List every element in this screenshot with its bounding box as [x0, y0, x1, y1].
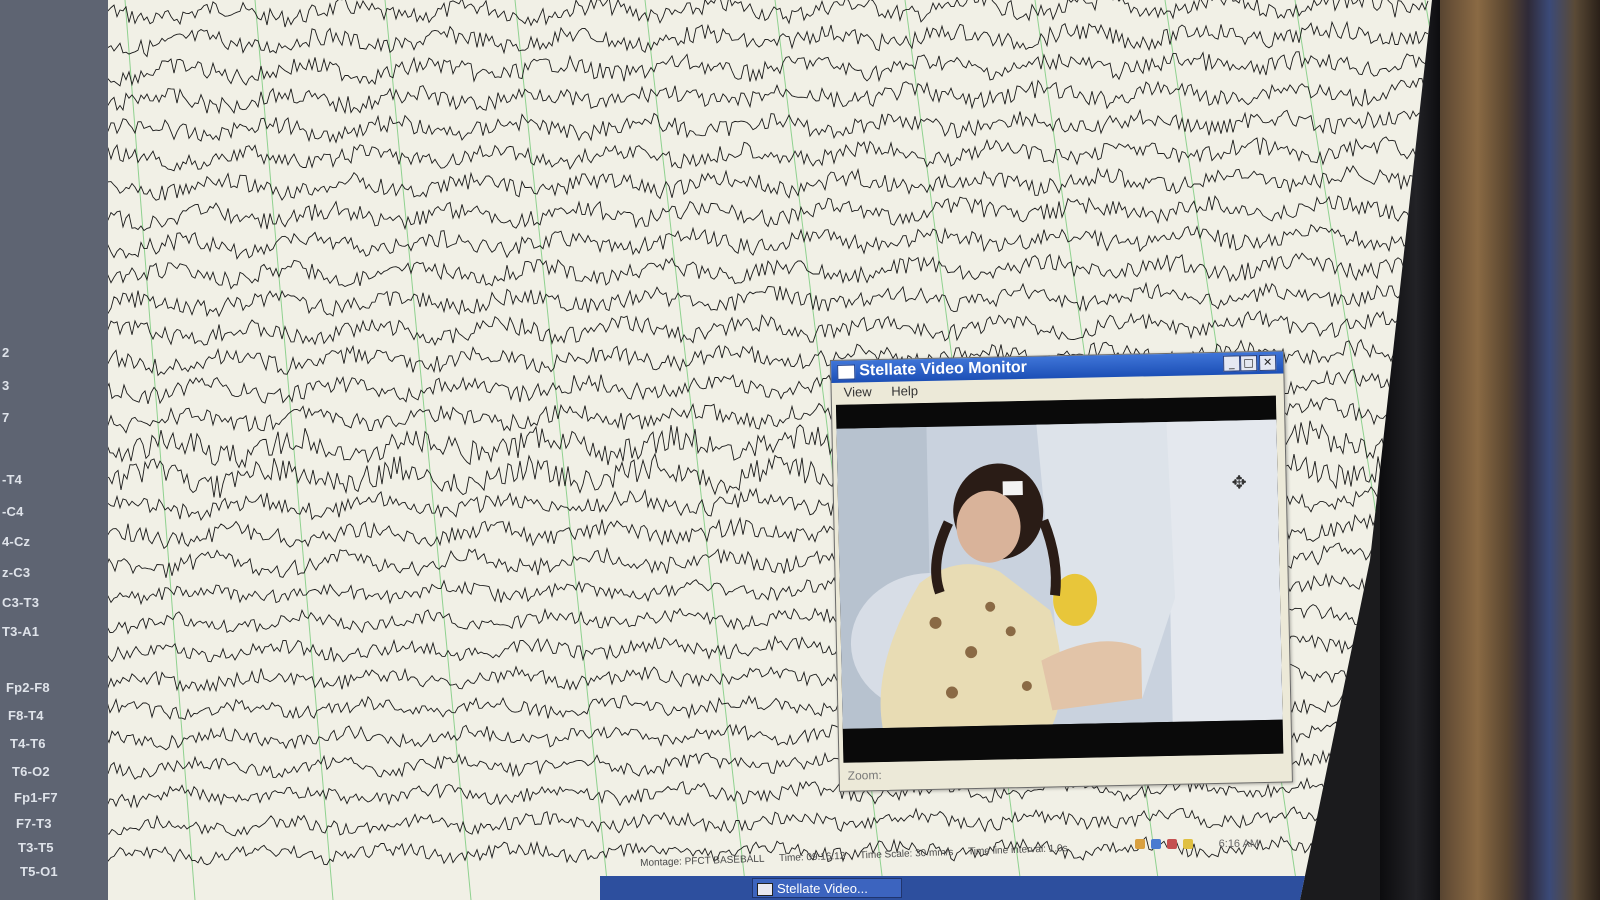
menu-view[interactable]: View: [843, 382, 872, 403]
channel-label: F8-T4: [8, 708, 44, 723]
zoom-label: Zoom:: [847, 768, 882, 783]
alert-icon[interactable]: [1167, 839, 1178, 850]
taskbar-item-stellate-video[interactable]: Stellate Video...: [752, 878, 902, 898]
window-icon: [757, 883, 773, 896]
channel-label: T3-A1: [2, 624, 40, 639]
background-curtain: [1420, 0, 1600, 900]
taskbar: Stellate Video...: [600, 876, 1360, 900]
eeg-screen: 2 3 7 -T4 -C4 4-Cz z-C3 C3-T3 T3-A1 Fp2-F8 F8-T4 T4…: [0, 0, 1432, 900]
eeg-trace: [0, 136, 1429, 172]
channel-label: -C4: [2, 504, 24, 519]
video-feed: [835, 395, 1284, 763]
eeg-trace: [0, 281, 1429, 320]
eeg-trace: [0, 252, 1429, 290]
eeg-trace: [0, 195, 1429, 233]
maximize-icon[interactable]: □: [1239, 355, 1258, 372]
eeg-trace: [0, 0, 1429, 28]
minimize-icon[interactable]: _: [1222, 355, 1241, 372]
channel-label: z-C3: [2, 565, 31, 580]
channel-label: 3: [2, 378, 10, 393]
time-gridline: [384, 0, 472, 900]
video-monitor-window[interactable]: Stellate Video Monitor _ □ ✕ View Help Z…: [830, 350, 1293, 792]
channel-label: T6-O2: [12, 764, 50, 779]
eeg-trace: [0, 224, 1429, 260]
channel-label: 7: [2, 410, 10, 425]
volume-icon[interactable]: [1183, 839, 1194, 850]
taskbar-item-label: Stellate Video...: [777, 881, 868, 896]
channel-label: Fp2-F8: [6, 680, 50, 695]
system-tray: 6:16 AM: [1135, 838, 1265, 854]
time-line-text: Time line interval: 1.0s: [967, 843, 1068, 858]
network-icon[interactable]: [1151, 839, 1162, 850]
channel-label: 2: [2, 345, 10, 360]
clock: 6:16 AM: [1218, 838, 1259, 850]
channel-label: 4-Cz: [2, 534, 31, 549]
channel-label: T5-O1: [20, 864, 58, 879]
menu-help[interactable]: Help: [891, 381, 918, 402]
time-text: Time: 09:16:12: [778, 850, 846, 865]
monitor: 2 3 7 -T4 -C4 4-Cz z-C3 C3-T3 T3-A1 Fp2-F8 F8-T4 T4…: [0, 0, 1600, 900]
eeg-trace: [0, 51, 1429, 87]
eeg-trace: [0, 165, 1429, 204]
tray-icon[interactable]: [1135, 839, 1145, 850]
channel-label: C3-T3: [2, 595, 40, 610]
channel-label: Fp1-F7: [14, 790, 58, 805]
patient-video-frame: [835, 395, 1284, 763]
close-icon[interactable]: ✕: [1258, 354, 1277, 372]
video-window-title: Stellate Video Monitor: [859, 358, 1028, 380]
channel-label: F7-T3: [16, 816, 52, 831]
channel-label: -T4: [2, 472, 23, 487]
move-cursor-icon: ✥: [1231, 472, 1247, 494]
window-app-icon: [837, 364, 856, 380]
channel-label: T3-T5: [18, 840, 54, 855]
eeg-trace: [0, 78, 1429, 115]
time-gridline: [254, 0, 334, 900]
eeg-trace: [0, 108, 1429, 144]
eeg-trace: [0, 20, 1429, 59]
eeg-trace: [59, 310, 1429, 347]
channel-label-panel: 2 3 7 -T4 -C4 4-Cz z-C3 C3-T3 T3-A1 Fp2-F8 F8-T4 T4…: [0, 0, 108, 900]
time-scale-text: Time Scale: 30 mm/s: [859, 847, 954, 862]
channel-label: T4-T6: [10, 736, 46, 751]
eeg-trace: [93, 806, 1430, 839]
